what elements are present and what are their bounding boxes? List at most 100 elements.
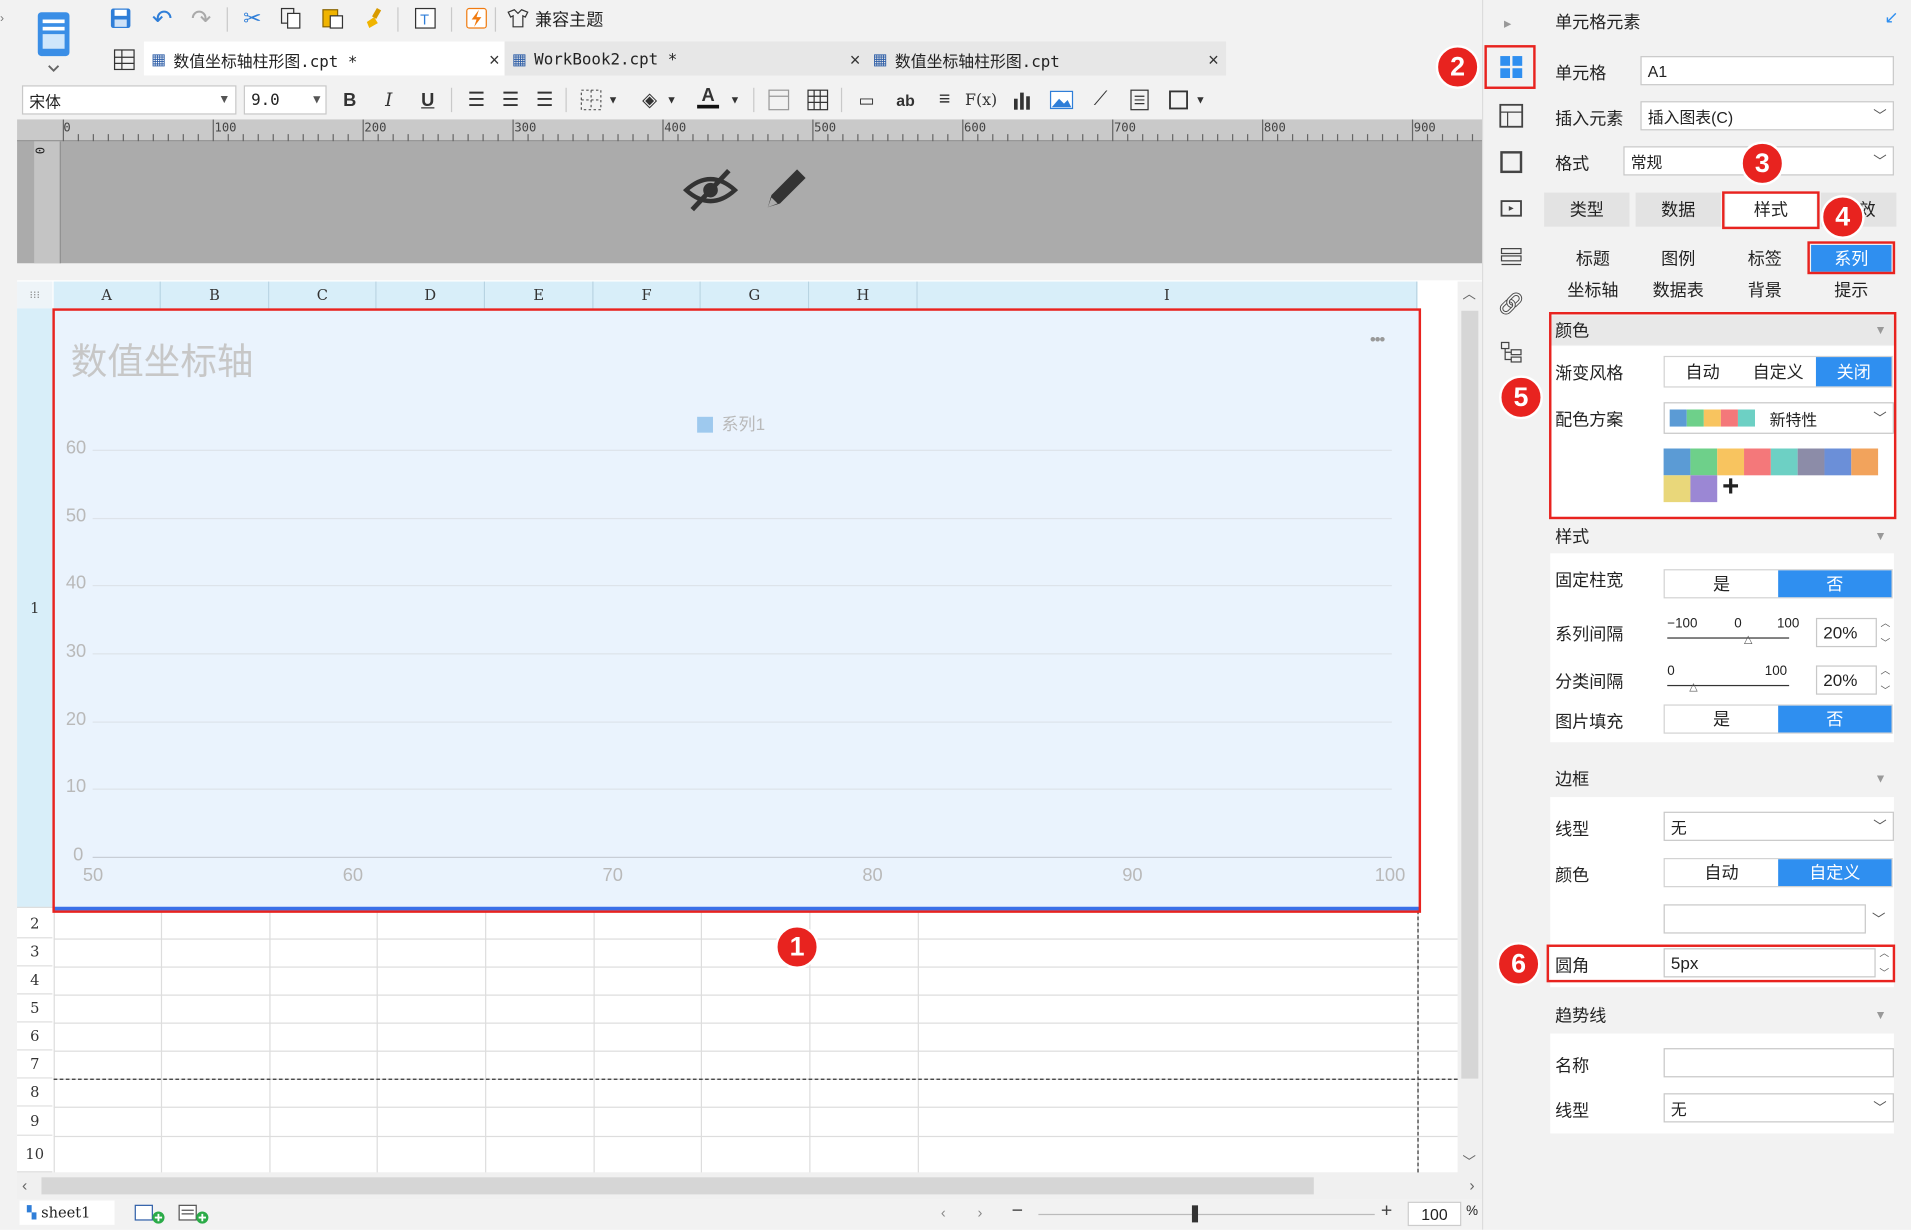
row-header-8[interactable]: 8 [17, 1078, 53, 1107]
ab-button[interactable]: ab [892, 87, 919, 114]
font-size-select[interactable]: 9.0 ▼ [243, 85, 327, 115]
text-field-icon[interactable]: ▭ [853, 87, 880, 114]
series-gap-slider[interactable]: −100 0 100 △ [1667, 617, 1806, 646]
category-gap-input[interactable]: 20% [1815, 665, 1877, 695]
scrollbar-thumb[interactable] [1461, 310, 1479, 1079]
chevron-down-icon[interactable]: ▼ [1192, 87, 1209, 114]
cell-input[interactable]: A1 [1640, 56, 1894, 86]
hide-eye-icon[interactable] [682, 166, 739, 215]
scroll-left-icon[interactable]: ‹ [22, 1176, 27, 1194]
series-gap-input[interactable]: 20% [1815, 617, 1877, 648]
border-color-custom[interactable]: 自定义 [1778, 859, 1892, 887]
add-sheet-icon[interactable] [134, 1203, 168, 1225]
chevron-down-icon[interactable]: ▼ [726, 87, 743, 114]
image-fill-no[interactable]: 否 [1778, 705, 1892, 733]
trend-line-type-select[interactable]: 无 ﹀ [1663, 1093, 1894, 1123]
fixed-width-toggle[interactable]: 是 否 [1663, 569, 1893, 599]
column-header-f[interactable]: F [593, 281, 701, 309]
bold-button[interactable]: B [336, 87, 363, 114]
font-name-select[interactable]: 宋体 ▼ [21, 85, 237, 115]
border-section-header[interactable]: 边框 ▼ [1550, 764, 1894, 793]
left-edge-handle[interactable]: › [0, 12, 10, 25]
widget-settings-icon[interactable] [1495, 146, 1527, 178]
spinner-down-icon[interactable]: ﹀ [1881, 636, 1891, 649]
save-icon[interactable] [107, 5, 134, 32]
italic-button[interactable]: I [375, 87, 402, 114]
table-icon[interactable] [804, 87, 831, 114]
chart-icon[interactable] [1009, 87, 1036, 114]
vertical-scrollbar[interactable]: ︿ ﹀ [1457, 281, 1482, 1174]
subtab-legend[interactable]: 图例 [1636, 245, 1721, 272]
zoom-out-icon[interactable]: − [1012, 1200, 1023, 1222]
theme-button-label[interactable]: 兼容主题 [535, 7, 603, 31]
tab-file-2[interactable]: ▦ WorkBook2.cpt * × [512, 44, 861, 76]
border-color-auto[interactable]: 自动 [1665, 859, 1778, 886]
fixed-width-no[interactable]: 否 [1778, 570, 1892, 598]
align-left-icon[interactable]: ☰ [463, 87, 490, 114]
spinner-down-icon[interactable]: ﹀ [1881, 683, 1891, 696]
category-gap-slider[interactable]: 0 100 △ [1667, 664, 1806, 693]
paste-icon[interactable] [319, 5, 346, 32]
add-report-sheet-icon[interactable] [178, 1203, 212, 1225]
chevron-down-icon[interactable]: ▼ [605, 87, 622, 114]
series-gap-spinner[interactable]: ︿ ﹀ [1878, 613, 1893, 652]
formula-button[interactable]: F(x) [965, 87, 997, 114]
template-icon[interactable] [32, 7, 76, 73]
tab-type[interactable]: 类型 [1544, 192, 1630, 227]
zoom-in-icon[interactable]: + [1381, 1200, 1392, 1222]
column-header-d[interactable]: D [376, 281, 486, 309]
align-right-icon[interactable]: ☰ [531, 87, 558, 114]
zoom-slider-thumb[interactable] [1191, 1205, 1199, 1223]
row-header-9[interactable]: 9 [17, 1106, 53, 1136]
image-fill-yes[interactable]: 是 [1665, 706, 1778, 733]
row-header-1[interactable]: 1 [17, 308, 53, 908]
column-header-c[interactable]: C [269, 281, 377, 309]
zoom-slider[interactable] [1038, 1213, 1375, 1216]
column-header-g[interactable]: G [700, 281, 810, 309]
spinner-up-icon[interactable]: ︿ [1881, 616, 1891, 629]
subtab-tooltip[interactable]: 提示 [1811, 277, 1891, 304]
insert-element-select[interactable]: 插入图表(C) ﹀ [1640, 101, 1894, 131]
row-header-2[interactable]: 2 [17, 910, 53, 939]
slider-thumb[interactable]: △ [1689, 680, 1697, 693]
sub-report-icon[interactable] [1126, 87, 1153, 114]
trend-section-header[interactable]: 趋势线 ▼ [1550, 1001, 1894, 1030]
subtab-datasheet[interactable]: 数据表 [1636, 277, 1721, 304]
frame-icon[interactable] [1165, 87, 1192, 114]
panel-pin-icon[interactable]: ↙ [1884, 7, 1898, 28]
format-painter-icon[interactable] [361, 5, 388, 32]
border-line-type-select[interactable]: 无 ﹀ [1663, 811, 1894, 841]
select-all-corner[interactable]: ⁝⁝⁝ [17, 281, 53, 309]
scroll-up-icon[interactable]: ︿ [1463, 284, 1476, 304]
image-fill-toggle[interactable]: 是 否 [1663, 704, 1893, 734]
column-header-e[interactable]: E [485, 281, 594, 309]
underline-button[interactable]: U [414, 87, 441, 114]
column-header-b[interactable]: B [160, 281, 270, 309]
form-list-icon[interactable] [1495, 241, 1527, 273]
column-header-i[interactable]: I [917, 281, 1418, 309]
row-header-3[interactable]: 3 [17, 938, 53, 967]
paragraph-icon[interactable]: ≡ [931, 87, 958, 114]
zoom-input[interactable]: 100 [1407, 1201, 1462, 1227]
chevron-down-icon[interactable]: ▼ [663, 87, 680, 114]
undo-icon[interactable]: ↶ [149, 5, 176, 32]
sheet-tab[interactable]: ▚ sheet1 [19, 1200, 115, 1225]
hyperlink-icon[interactable]: 🔗︎ [1495, 288, 1527, 320]
chevron-down-icon[interactable]: ﹀ [1872, 909, 1885, 929]
trend-name-input[interactable] [1663, 1048, 1894, 1078]
fill-color-icon[interactable]: ◈ [636, 87, 663, 114]
scroll-right-icon[interactable]: › [1469, 1176, 1474, 1194]
tree-structure-icon[interactable] [1495, 336, 1527, 368]
row-header-5[interactable]: 5 [17, 994, 53, 1023]
horizontal-scrollbar[interactable]: ‹ › [17, 1172, 1482, 1200]
border-color-toggle[interactable]: 自动 自定义 [1663, 858, 1893, 888]
prev-sheet-icon[interactable]: ‹ [941, 1204, 946, 1221]
row-header-4[interactable]: 4 [17, 966, 53, 995]
text-color-button[interactable]: A [695, 84, 722, 111]
column-header-h[interactable]: H [809, 281, 918, 309]
close-icon[interactable]: × [850, 49, 861, 70]
subtab-title[interactable]: 标题 [1550, 245, 1635, 272]
row-header-6[interactable]: 6 [17, 1022, 53, 1051]
slider-thumb[interactable]: △ [1744, 633, 1752, 646]
collapse-arrow-icon[interactable]: ▸ [1504, 15, 1511, 32]
